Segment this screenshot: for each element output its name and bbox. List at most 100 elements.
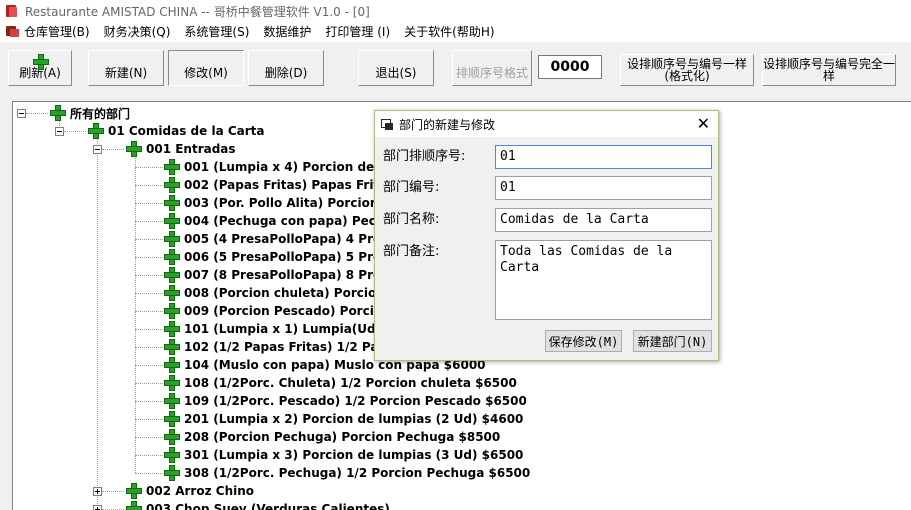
tree-item[interactable]: 108 (1/2Porc. Chuleta) 1/2 Porcion chule… xyxy=(164,374,517,392)
department-plus-icon xyxy=(50,105,66,121)
note-field[interactable]: Toda las Comidas de la Carta xyxy=(495,240,712,320)
root-expander[interactable] xyxy=(17,109,26,118)
tree-node-root[interactable]: 所有的部门 xyxy=(50,104,130,122)
department-edit-dialog: 部门的新建与修改 ✕ 部门排顺序号: 01 部门编号: 01 部门名称: Com… xyxy=(374,110,719,361)
name-label: 部门名称: xyxy=(383,212,440,227)
category-expander[interactable] xyxy=(55,127,64,136)
tree-line xyxy=(135,239,163,240)
item-plus-icon xyxy=(164,285,180,301)
department-plus-icon xyxy=(126,483,142,499)
item-plus-icon xyxy=(164,177,180,193)
item-plus-icon xyxy=(164,213,180,229)
tree-line xyxy=(102,491,124,492)
tree-item[interactable]: 101 (Lumpia x 1) Lumpia(Ud.) $ xyxy=(164,320,398,338)
item-plus-icon xyxy=(164,339,180,355)
app-icon xyxy=(5,4,19,18)
item-plus-icon xyxy=(164,375,180,391)
tree-node-group-chop-suey[interactable]: 003 Chop Suey (Verduras Calientes) xyxy=(126,500,390,510)
tree-line xyxy=(135,419,163,420)
tree-item[interactable]: 201 (Lumpia x 2) Porcion de lumpias (2 U… xyxy=(164,410,523,428)
tree-line xyxy=(102,149,124,150)
group-expander[interactable] xyxy=(93,145,102,154)
menu-bar: 仓库管理(B) 财务决策(Q) 系统管理(S) 数据维护 打印管理 (I) 关于… xyxy=(0,22,911,42)
new-button[interactable]: 新建(N) xyxy=(88,50,164,86)
tree-item[interactable]: 007 (8 PresaPolloPapa) 8 Presa xyxy=(164,266,396,284)
window-title: Restaurante AMISTAD CHINA -- 哥桥中餐管理软件 V1… xyxy=(25,4,370,19)
item-plus-icon xyxy=(164,159,180,175)
tree-line xyxy=(135,257,163,258)
item-plus-icon xyxy=(164,393,180,409)
tree-item[interactable]: 308 (1/2Porc. Pechuga) 1/2 Porcion Pechu… xyxy=(164,464,530,482)
tree-item[interactable]: 009 (Porcion Pescado) Porcion P xyxy=(164,302,404,320)
department-plus-icon xyxy=(126,501,142,510)
tree-line xyxy=(135,347,163,348)
set-seq-same-exact-button[interactable]: 设排顺序号与编号完全一样 xyxy=(762,54,896,86)
note-label: 部门备注: xyxy=(383,244,440,259)
close-icon[interactable]: ✕ xyxy=(697,114,710,134)
tree-node-group-arroz[interactable]: 002 Arroz Chino xyxy=(126,482,254,500)
set-seq-same-format-button[interactable]: 设排顺序号与编号一样(格式化) xyxy=(620,54,754,86)
tree-item[interactable]: 004 (Pechuga con papa) Pechug xyxy=(164,212,402,230)
new-department-button[interactable]: 新建部门(N) xyxy=(633,330,712,352)
tree-line xyxy=(135,329,163,330)
menu-system[interactable]: 系统管理(S) xyxy=(177,22,256,42)
item-plus-icon xyxy=(164,411,180,427)
tree-line xyxy=(135,221,163,222)
tree-line xyxy=(64,131,86,132)
menu-about-help[interactable]: 关于软件(帮助H) xyxy=(397,22,501,42)
menu-data-maintenance[interactable]: 数据维护 xyxy=(256,22,318,42)
menu-warehouse[interactable]: 仓库管理(B) xyxy=(0,22,97,42)
tree-item[interactable]: 006 (5 PresaPolloPapa) 5 Presa xyxy=(164,248,396,266)
seq-field[interactable]: 01 xyxy=(495,145,712,169)
tree-item[interactable]: 001 (Lumpia x 4) Porcion de lum xyxy=(164,158,404,176)
toolbar: 刷新(A) 新建(N) 修改(M) 删除(D) 退出(S) 排顺序号格式 设排顺… xyxy=(0,42,911,92)
tree-line xyxy=(135,383,163,384)
tree-line xyxy=(135,401,163,402)
tree-node-category[interactable]: 01 Comidas de la Carta xyxy=(88,122,265,140)
save-changes-button[interactable]: 保存修改(M) xyxy=(545,330,622,352)
modify-button[interactable]: 修改(M) xyxy=(168,50,244,86)
group-expander-arroz[interactable] xyxy=(93,487,102,496)
dialog-titlebar: 部门的新建与修改 ✕ xyxy=(375,111,718,137)
tree-line xyxy=(135,185,163,186)
name-field[interactable]: Comidas de la Carta xyxy=(495,208,712,232)
item-plus-icon xyxy=(164,357,180,373)
tree-line xyxy=(26,113,48,114)
exit-button[interactable]: 退出(S) xyxy=(358,50,434,86)
tree-line xyxy=(135,203,163,204)
tree-item[interactable]: 005 (4 PresaPolloPapa) 4 Presa xyxy=(164,230,396,248)
refresh-plus-icon xyxy=(33,54,49,70)
dialog-title: 部门的新建与修改 xyxy=(399,117,496,132)
refresh-button[interactable]: 刷新(A) xyxy=(8,50,72,86)
department-plus-icon xyxy=(88,123,104,139)
tree-line xyxy=(97,155,98,510)
tree-line xyxy=(135,167,163,168)
menu-finance[interactable]: 财务决策(Q) xyxy=(97,22,178,42)
seq-format-button[interactable]: 排顺序号格式 xyxy=(452,50,532,86)
window-icon xyxy=(381,118,393,130)
group-expander-chop-suey[interactable] xyxy=(93,505,102,510)
code-field[interactable]: 01 xyxy=(495,176,712,200)
item-plus-icon xyxy=(164,267,180,283)
department-plus-icon xyxy=(126,141,142,157)
code-label: 部门编号: xyxy=(383,180,440,195)
seq-format-input[interactable]: 0000 xyxy=(538,55,602,79)
seq-label: 部门排顺序号: xyxy=(383,149,466,164)
item-plus-icon xyxy=(164,447,180,463)
item-plus-icon xyxy=(164,429,180,445)
tree-item[interactable]: 109 (1/2Porc. Pescado) 1/2 Porcion Pesca… xyxy=(164,392,527,410)
tree-line xyxy=(135,455,163,456)
delete-button[interactable]: 删除(D) xyxy=(248,50,324,86)
item-plus-icon xyxy=(164,249,180,265)
tree-node-group-entradas[interactable]: 001 Entradas xyxy=(126,140,236,158)
item-plus-icon xyxy=(164,303,180,319)
tree-item[interactable]: 102 (1/2 Papas Fritas) 1/2 Papas xyxy=(164,338,402,356)
tree-item[interactable]: 301 (Lumpia x 3) Porcion de lumpias (3 U… xyxy=(164,446,523,464)
tree-item[interactable]: 208 (Porcion Pechuga) Porcion Pechuga $8… xyxy=(164,428,500,446)
item-plus-icon xyxy=(164,465,180,481)
tree-line xyxy=(135,275,163,276)
menu-print[interactable]: 打印管理 (I) xyxy=(318,22,397,42)
tree-line xyxy=(135,473,163,474)
tree-item[interactable]: 008 (Porcion chuleta) Porcion ch xyxy=(164,284,405,302)
tree-item[interactable]: 002 (Papas Fritas) Papas Fritas xyxy=(164,176,394,194)
